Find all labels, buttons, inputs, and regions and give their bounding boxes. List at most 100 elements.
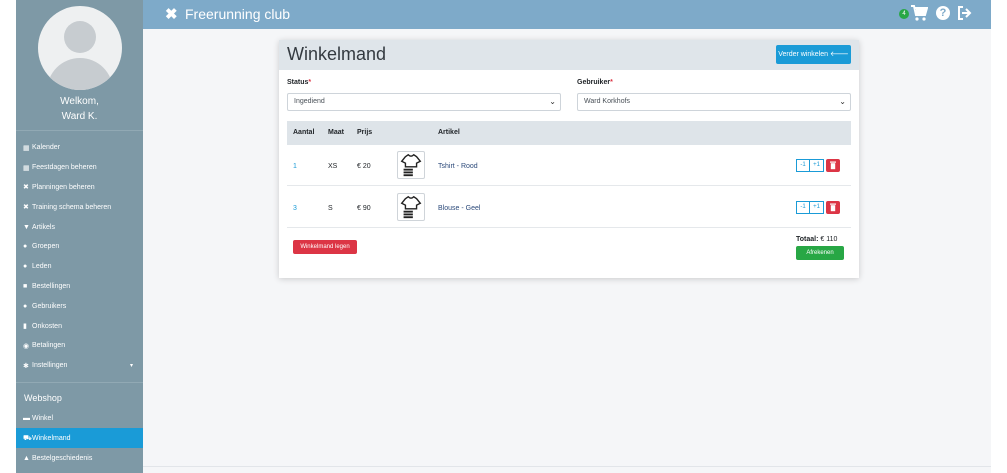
user-label: Gebruiker* bbox=[577, 79, 613, 86]
sidebar-item-label: Artikels bbox=[32, 223, 55, 231]
sidebar-item-label: Training schema beheren bbox=[32, 203, 112, 211]
tshirt-icon bbox=[400, 153, 422, 177]
decrease-button[interactable]: -1 bbox=[796, 159, 810, 172]
cell-article[interactable]: Blouse - Geel bbox=[438, 205, 480, 212]
sidebar-item-label: Feestdagen beheren bbox=[32, 164, 97, 172]
cell-article[interactable]: Tshirt - Rood bbox=[438, 163, 478, 170]
table-row: 1 XS € 20 Tshirt - Rood -1 +1 bbox=[287, 145, 851, 186]
product-thumbnail bbox=[397, 151, 425, 179]
chevron-down-icon: ⌄ bbox=[839, 97, 846, 106]
truck-icon: ■ bbox=[23, 282, 28, 290]
tools-icon: ✖ bbox=[23, 184, 29, 192]
cart-count-badge: 4 bbox=[899, 9, 909, 19]
sidebar-divider bbox=[16, 130, 143, 131]
sidebar-item-label: Leden bbox=[32, 263, 52, 271]
cart-icon[interactable] bbox=[910, 4, 928, 22]
tools-icon: ✖ bbox=[23, 204, 29, 212]
cell-quantity: 3 bbox=[293, 205, 297, 212]
increase-button[interactable]: +1 bbox=[810, 159, 824, 172]
column-header-quantity: Aantal bbox=[293, 129, 315, 136]
user-name: Ward K. bbox=[61, 111, 98, 122]
sidebar-item-training-schema-beheren[interactable]: ✖ Training schema beheren bbox=[16, 197, 143, 217]
sidebar-item-bestellingen[interactable]: ■ Bestellingen bbox=[16, 277, 143, 297]
cell-quantity: 1 bbox=[293, 163, 297, 170]
increase-button[interactable]: +1 bbox=[810, 201, 824, 214]
trash-icon bbox=[830, 203, 836, 212]
column-header-article: Artikel bbox=[438, 129, 460, 136]
users-icon: ● bbox=[23, 263, 28, 271]
empty-cart-button[interactable]: Winkelmand legen bbox=[293, 240, 357, 254]
delete-button[interactable] bbox=[826, 159, 840, 172]
users-icon: ● bbox=[23, 302, 28, 310]
sidebar-item-label: Winkelmand bbox=[32, 434, 71, 442]
cogs-icon: ✱ bbox=[23, 362, 29, 370]
cell-price: € 20 bbox=[357, 163, 371, 170]
help-icon[interactable]: ? bbox=[936, 6, 950, 20]
tshirt-icon bbox=[400, 195, 422, 219]
decrease-button[interactable]: -1 bbox=[796, 201, 810, 214]
status-label: Status* bbox=[287, 79, 311, 86]
sidebar-item-betalingen[interactable]: ◉ Betalingen bbox=[16, 336, 143, 356]
sidebar-item-leden[interactable]: ● Leden bbox=[16, 257, 143, 277]
sidebar-item-artikels[interactable]: ▼ Artikels bbox=[16, 217, 143, 237]
chevron-down-icon: ⌄ bbox=[549, 97, 556, 106]
sidebar-item-feestdagen-beheren[interactable]: ▦ Feestdagen beheren bbox=[16, 158, 143, 178]
continue-shopping-label: Verder winkelen bbox=[778, 51, 829, 58]
sidebar-item-groepen[interactable]: ● Groepen bbox=[16, 237, 143, 257]
sidebar-menu: ▦ Kalender ▦ Feestdagen beheren ✖ Planningen … bbox=[16, 138, 143, 376]
sidebar-item-kalender[interactable]: ▦ Kalender bbox=[16, 138, 143, 158]
avatar[interactable] bbox=[38, 6, 122, 90]
window-edge-right bbox=[991, 0, 1007, 473]
card-header: Winkelmand Verder winkelen 🡐 bbox=[279, 40, 859, 70]
sidebar-item-label: Bestellingen bbox=[32, 282, 71, 290]
sidebar-item-label: Gebruikers bbox=[32, 302, 67, 310]
cell-size: XS bbox=[328, 163, 338, 170]
continue-shopping-button[interactable]: Verder winkelen 🡐 bbox=[776, 45, 851, 64]
sidebar-item-label: Onkosten bbox=[32, 322, 62, 330]
table-header: Aantal Maat Prijs Artikel bbox=[287, 121, 851, 145]
sidebar-item-label: Winkel bbox=[32, 414, 54, 422]
trash-icon bbox=[830, 161, 836, 170]
sidebar-divider bbox=[16, 382, 143, 383]
cart-icon: ⛟ bbox=[23, 434, 32, 442]
sidebar-item-bestelgeschiedenis[interactable]: ▲ Bestelgeschiedenis bbox=[16, 448, 143, 468]
table-row: 3 S € 90 Blouse - Geel -1 +1 bbox=[287, 187, 851, 228]
sidebar-item-gebruikers[interactable]: ● Gebruikers bbox=[16, 296, 143, 316]
app-title[interactable]: Freerunning club bbox=[185, 6, 290, 22]
user-select[interactable]: Ward Korkhofs ⌄ bbox=[577, 93, 851, 111]
sidebar-item-label: Instellingen bbox=[32, 362, 68, 370]
product-thumbnail bbox=[397, 193, 425, 221]
webshop-menu: ▬ Winkel ⛟ Winkelmand ▲ Bestelgeschiedenis bbox=[16, 408, 143, 468]
window-edge-left bbox=[0, 0, 16, 473]
user-select-value: Ward Korkhofs bbox=[584, 98, 631, 105]
sidebar-item-label: Bestelgeschiedenis bbox=[32, 454, 93, 462]
delete-button[interactable] bbox=[826, 201, 840, 214]
tshirt-icon: ▼ bbox=[23, 223, 30, 231]
required-marker: * bbox=[308, 79, 312, 86]
store-icon: ▬ bbox=[23, 414, 30, 422]
sidebar-item-label: Betalingen bbox=[32, 342, 66, 350]
sidebar-item-onkosten[interactable]: ▮ Onkosten bbox=[16, 316, 143, 336]
quantity-stepper: -1 +1 bbox=[796, 201, 840, 214]
bag-icon: ▲ bbox=[23, 454, 30, 462]
cell-price: € 90 bbox=[357, 205, 371, 212]
file-icon: ▮ bbox=[23, 323, 27, 331]
sidebar-item-planningen-beheren[interactable]: ✖ Planningen beheren bbox=[16, 178, 143, 198]
user-label-text: Gebruiker bbox=[577, 79, 611, 86]
quantity-stepper: -1 +1 bbox=[796, 159, 840, 172]
logout-icon[interactable] bbox=[957, 5, 973, 21]
welcome-text: Welkom, Ward K. bbox=[16, 94, 143, 124]
checkout-button[interactable]: Afrekenen bbox=[796, 246, 844, 260]
calendar-icon: ▦ bbox=[23, 164, 30, 172]
status-select[interactable]: Ingediend ⌄ bbox=[287, 93, 561, 111]
arrow-left-icon: 🡐 bbox=[829, 51, 849, 58]
column-header-size: Maat bbox=[328, 129, 344, 136]
sidebar-item-winkelmand[interactable]: ⛟ Winkelmand bbox=[16, 428, 143, 448]
sidebar-item-winkel[interactable]: ▬ Winkel bbox=[16, 408, 143, 428]
calendar-icon: ▦ bbox=[23, 144, 30, 152]
required-marker: * bbox=[610, 79, 613, 86]
money-icon: ◉ bbox=[23, 342, 30, 350]
sidebar-item-instellingen[interactable]: ✱ Instellingen ▾ bbox=[16, 356, 143, 376]
sidebar-item-label: Planningen beheren bbox=[32, 183, 95, 191]
sidebar-item-label: Groepen bbox=[32, 243, 60, 251]
